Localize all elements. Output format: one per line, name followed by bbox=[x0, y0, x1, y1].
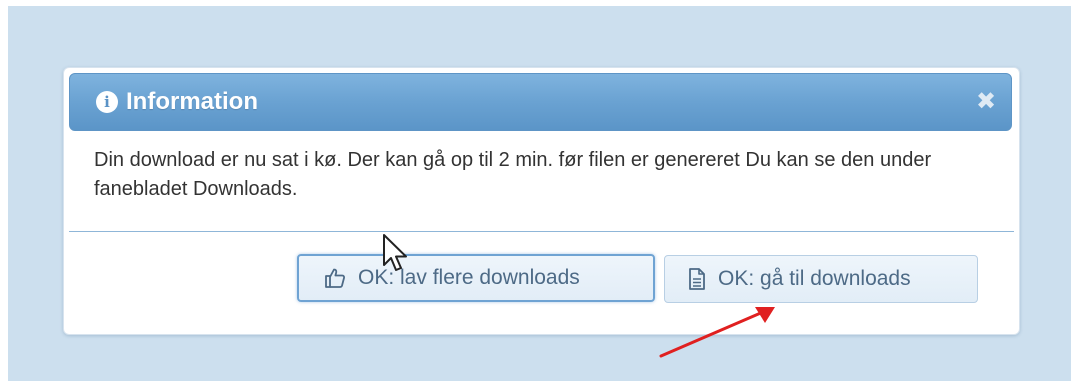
information-dialog: i Information ✖ Din download er nu sat i… bbox=[63, 67, 1020, 335]
mouse-cursor-icon bbox=[383, 234, 407, 271]
ok-more-downloads-button[interactable]: OK: lav flere downloads bbox=[297, 254, 655, 302]
ok-goto-downloads-button[interactable]: OK: gå til downloads bbox=[664, 255, 978, 303]
ok-goto-downloads-label: OK: gå til downloads bbox=[718, 267, 911, 290]
close-icon[interactable]: ✖ bbox=[974, 88, 998, 114]
dialog-titlebar: i Information ✖ bbox=[69, 73, 1012, 131]
thumbs-up-icon bbox=[323, 256, 347, 300]
dialog-divider bbox=[69, 231, 1014, 232]
red-arrow bbox=[659, 307, 775, 358]
dialog-message: Din download er nu sat i kø. Der kan gå … bbox=[94, 149, 932, 200]
info-icon: i bbox=[96, 91, 118, 113]
dialog-title: Information bbox=[126, 88, 258, 115]
document-icon bbox=[687, 256, 707, 302]
